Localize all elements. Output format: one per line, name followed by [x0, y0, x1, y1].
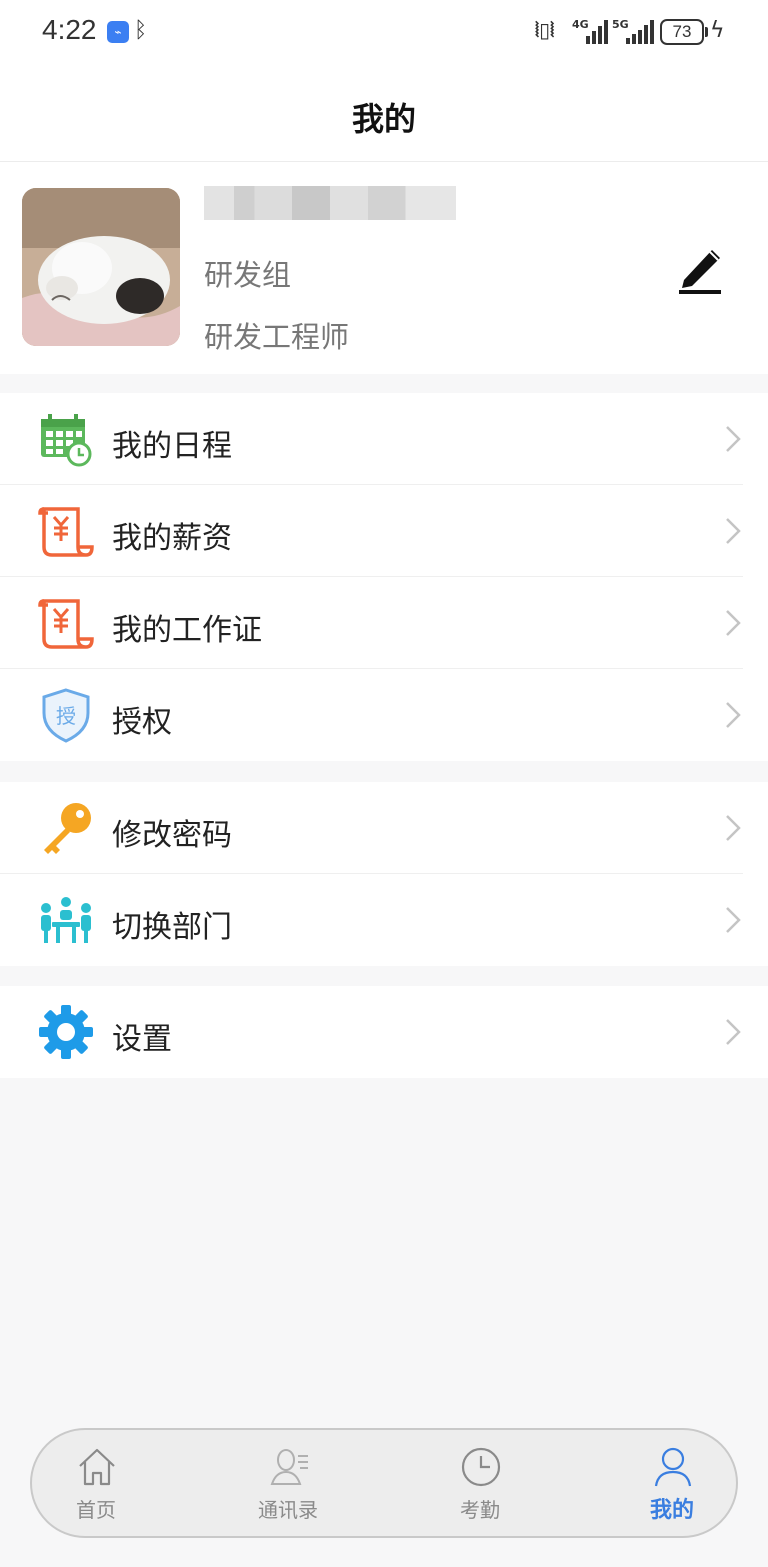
menu-item-schedule[interactable]: 我的日程 — [0, 393, 743, 485]
charging-bolt-icon: ϟ — [710, 18, 725, 43]
work-badge-scroll-icon — [38, 599, 94, 649]
edit-profile-button[interactable] — [676, 240, 724, 296]
menu-label: 我的工作证 — [112, 613, 262, 648]
tab-attendance[interactable]: 考勤 — [420, 1430, 540, 1536]
menu-label: 我的日程 — [112, 429, 232, 464]
menu-item-salary[interactable]: 我的薪资 — [0, 485, 743, 577]
avatar[interactable] — [22, 188, 180, 346]
menu-label: 授权 — [112, 705, 172, 740]
home-icon — [79, 1448, 115, 1486]
menu-item-work-badge[interactable]: 我的工作证 — [0, 577, 743, 669]
signal-5g-icon: 5G — [612, 18, 654, 44]
vibrate-icon: ⦚▯⦚ — [535, 18, 555, 42]
menu-item-authorize[interactable]: 授 授权 — [0, 669, 743, 761]
calendar-clock-icon — [41, 414, 92, 467]
chevron-right-icon — [726, 518, 741, 544]
tab-label: 通讯录 — [258, 1498, 318, 1522]
battery-tip — [705, 27, 708, 37]
chevron-right-icon — [726, 610, 741, 636]
menu-label: 设置 — [112, 1022, 172, 1057]
tab-me[interactable]: 我的 — [612, 1430, 732, 1536]
menu-group-1: 我的日程 我的薪资 我的工作证 授 授权 — [0, 393, 768, 761]
chevron-right-icon — [726, 702, 741, 728]
menu-item-change-password[interactable]: 修改密码 — [0, 782, 743, 874]
user-department: 研发组 — [204, 258, 292, 292]
tab-contacts[interactable]: 通讯录 — [228, 1430, 348, 1536]
avatar-cat-photo — [22, 188, 180, 346]
usb-debug-icon: ⌁ — [107, 21, 129, 43]
tab-label: 我的 — [649, 1498, 694, 1523]
menu-label: 修改密码 — [112, 818, 232, 853]
person-icon — [654, 1447, 692, 1487]
gear-icon — [39, 1005, 93, 1059]
bluetooth-icon: ᛒ — [134, 18, 148, 43]
menu-label: 切换部门 — [112, 910, 232, 945]
status-time: 4:22 — [42, 14, 97, 45]
menu-item-switch-department[interactable]: 切换部门 — [0, 874, 743, 966]
contacts-icon — [270, 1449, 308, 1485]
svg-text:授: 授 — [56, 704, 76, 728]
chevron-right-icon — [726, 1019, 741, 1045]
key-icon — [44, 803, 91, 854]
tab-label: 考勤 — [460, 1498, 500, 1522]
menu-group-3: 设置 — [0, 986, 768, 1078]
salary-scroll-icon — [38, 507, 94, 557]
shield-authorize-icon: 授 — [42, 688, 90, 743]
menu-label: 我的薪资 — [112, 521, 232, 556]
chevron-right-icon — [726, 426, 741, 452]
bottom-tab-bar: 首页 通讯录 考勤 我的 — [30, 1428, 738, 1538]
pencil-icon — [679, 250, 721, 294]
chevron-right-icon — [726, 907, 741, 933]
page-title: 我的 — [351, 100, 416, 138]
signal-4g-icon: 4G — [572, 18, 608, 44]
tab-label: 首页 — [76, 1498, 116, 1522]
page-header: 我的 — [0, 66, 768, 162]
menu-item-settings[interactable]: 设置 — [0, 986, 743, 1078]
department-switch-icon — [41, 897, 91, 943]
status-bar: 4:22 ⌁ ᛒ ⦚▯⦚ 4G 5G 73 ϟ — [0, 0, 768, 66]
user-role: 研发工程师 — [204, 320, 350, 354]
battery-indicator: 73 — [660, 19, 704, 45]
chevron-right-icon — [726, 815, 741, 841]
tab-home[interactable]: 首页 — [36, 1430, 156, 1536]
clock-icon — [461, 1447, 501, 1487]
user-name-blurred: ██████████ — [204, 186, 456, 220]
menu-group-2: 修改密码 切换部门 — [0, 782, 768, 966]
profile-card[interactable]: ██████████ 研发组 研发工程师 — [0, 162, 768, 374]
